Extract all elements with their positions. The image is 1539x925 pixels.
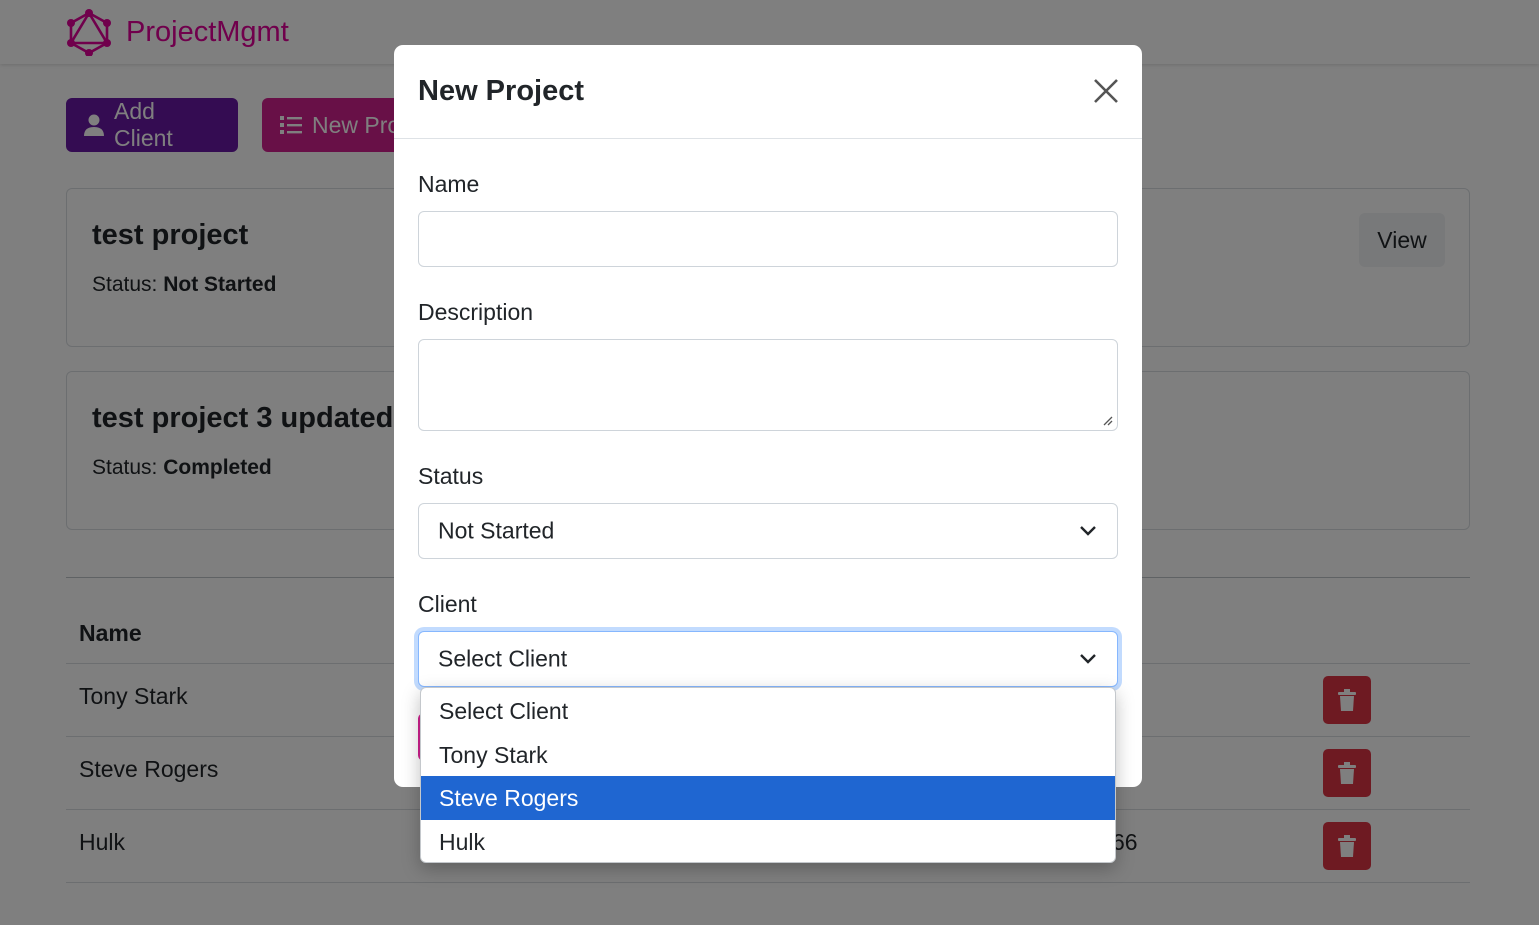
new-project-modal: New Project Name Description Status Not … — [394, 45, 1142, 787]
description-textarea[interactable] — [418, 339, 1118, 431]
close-icon[interactable] — [1092, 77, 1120, 105]
client-select-value: Select Client — [438, 645, 568, 672]
status-select-value: Not Started — [438, 517, 555, 544]
client-select[interactable]: Select Client — [418, 631, 1118, 687]
client-option[interactable]: Select Client — [421, 689, 1115, 733]
resize-handle-icon[interactable] — [1101, 414, 1113, 426]
client-option[interactable]: Hulk — [421, 820, 1115, 862]
chevron-down-icon — [1080, 654, 1096, 664]
description-label: Description — [418, 299, 534, 325]
modal-title: New Project — [418, 75, 584, 107]
status-label: Status — [418, 463, 484, 489]
status-select[interactable]: Not Started — [418, 503, 1118, 559]
client-option-highlighted[interactable]: Steve Rogers — [421, 776, 1115, 820]
client-dropdown-list: Select Client Tony Stark Steve Rogers Hu… — [420, 687, 1116, 863]
client-option[interactable]: Tony Stark — [421, 733, 1115, 777]
modal-header: New Project — [394, 45, 1142, 139]
client-label: Client — [418, 591, 477, 617]
name-input[interactable] — [418, 211, 1118, 267]
chevron-down-icon — [1080, 526, 1096, 536]
name-label: Name — [418, 171, 480, 197]
